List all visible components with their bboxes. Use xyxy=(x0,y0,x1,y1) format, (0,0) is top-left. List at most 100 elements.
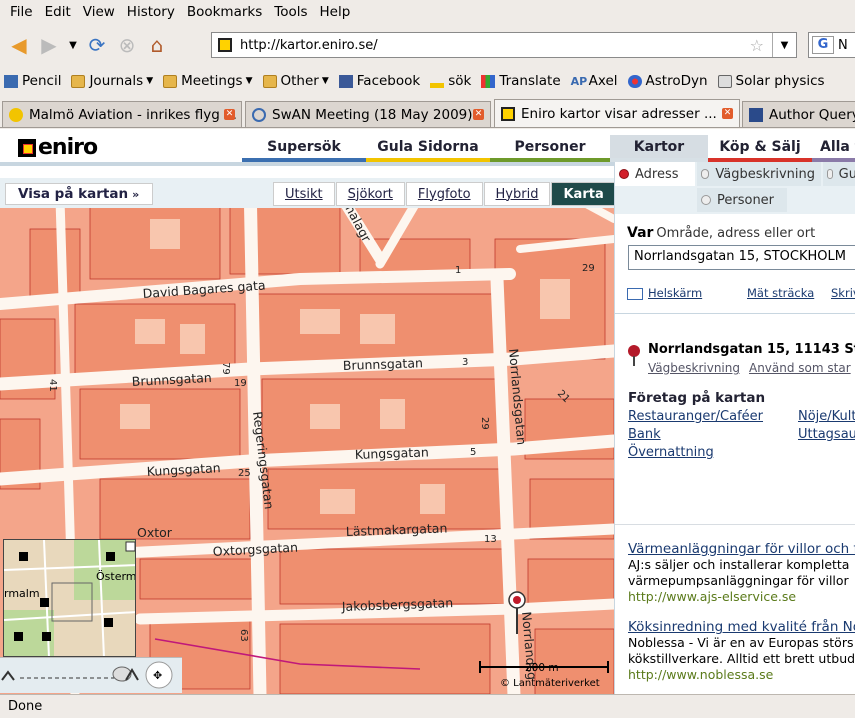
nav-kop-salj[interactable]: Köp & Sälj xyxy=(708,135,812,162)
menu-file[interactable]: File xyxy=(4,4,39,20)
result-address[interactable]: Norrlandsgatan 15, 11143 St xyxy=(648,342,855,357)
menu-tools[interactable]: Tools xyxy=(268,4,313,20)
tab-author-query[interactable]: Author Query xyxy=(742,101,855,127)
ad-title-link[interactable]: Värmeanläggningar för villor och f xyxy=(628,541,855,557)
ad-text: Noblessa - Vi är en av Europas störs xyxy=(628,635,854,650)
home-icon[interactable]: ⌂ xyxy=(142,30,172,60)
back-button[interactable]: ◀ xyxy=(4,30,34,60)
bookmark-folder-other[interactable]: Other ▼ xyxy=(262,73,329,89)
tab-strip: Malmö Aviation - inrikes flyg ... ✕ SwAN… xyxy=(0,98,855,128)
close-tab-icon[interactable]: ✕ xyxy=(473,109,484,120)
bookmark-sok[interactable]: sök xyxy=(430,73,471,89)
forward-button[interactable]: ▶ xyxy=(34,30,64,60)
ad-item: Köksinredning med kvalité från No Nobles… xyxy=(628,619,855,683)
bookmark-pencil[interactable]: Pencil xyxy=(4,73,61,89)
fullscreen-link[interactable]: Helskärm xyxy=(648,286,702,300)
plane-icon xyxy=(9,107,23,122)
tab-swan-meeting[interactable]: SwAN Meeting (18 May 2009) ✕ xyxy=(245,101,491,127)
measure-link[interactable]: Mät sträcka xyxy=(747,286,814,300)
ad-url[interactable]: http://www.noblessa.se xyxy=(628,667,855,683)
category-restauranger[interactable]: Restauranger/Caféer xyxy=(628,409,763,424)
yellow-pages-icon xyxy=(827,169,833,179)
eniro-logo[interactable]: eniro xyxy=(18,135,98,160)
maptype-hybrid[interactable]: Hybrid xyxy=(483,182,551,206)
bookmark-folder-meetings[interactable]: Meetings ▼ xyxy=(163,73,253,89)
route-link[interactable]: Vägbeskrivning xyxy=(648,361,740,375)
house-number: 41 xyxy=(47,379,58,392)
bookmark-translate[interactable]: Translate xyxy=(481,73,561,89)
tab-eniro-kartor[interactable]: Eniro kartor visar adresser ... ✕ xyxy=(494,99,740,127)
reload-icon[interactable]: ⟳ xyxy=(82,30,112,60)
category-overnattning[interactable]: Övernattning xyxy=(628,445,714,460)
eniro-header: eniro Supersök Gula Sidorna Personer Kar… xyxy=(0,129,855,162)
tab-personer[interactable]: Personer xyxy=(697,188,787,212)
nav-alla[interactable]: Alla t xyxy=(812,135,855,162)
menu-history[interactable]: History xyxy=(121,4,181,20)
ad-text: värmepumpsanläggningar för villor xyxy=(628,573,849,588)
bookmark-folder-journals[interactable]: Journals ▼ xyxy=(71,73,153,89)
url-text[interactable]: http://kartor.eniro.se/ xyxy=(240,38,378,53)
result-actions: Vägbeskrivning Använd som star xyxy=(648,361,855,375)
ad-url[interactable]: http://www.ajs-elservice.se xyxy=(628,589,855,605)
history-dropdown[interactable]: ▼ xyxy=(64,30,82,60)
route-icon xyxy=(701,169,710,179)
person-icon xyxy=(701,195,711,205)
tab-vagbeskrivning[interactable]: Vägbeskrivning xyxy=(697,162,821,186)
category-bank[interactable]: Bank xyxy=(628,427,661,442)
maptype-flygfoto[interactable]: Flygfoto xyxy=(405,182,483,206)
category-uttagsau[interactable]: Uttagsau xyxy=(798,427,855,442)
folder-icon xyxy=(71,74,86,88)
close-tab-icon[interactable]: ✕ xyxy=(224,109,235,120)
menu-edit[interactable]: Edit xyxy=(39,4,77,20)
maptype-utsikt[interactable]: Utsikt xyxy=(273,182,335,206)
site-favicon-icon xyxy=(218,38,232,52)
overview-minimap[interactable]: Österm rmalm xyxy=(3,539,136,657)
google-icon[interactable]: G xyxy=(812,36,834,54)
page-icon xyxy=(252,107,266,122)
print-link[interactable]: Skriv xyxy=(831,286,855,300)
svg-text:✥: ✥ xyxy=(153,669,162,682)
stop-icon[interactable]: ⊗ xyxy=(112,30,142,60)
menu-bookmarks[interactable]: Bookmarks xyxy=(181,4,268,20)
address-bar[interactable]: http://kartor.eniro.se/ ☆ ▼ xyxy=(211,32,797,58)
nav-kartor[interactable]: Kartor xyxy=(610,135,708,162)
nav-supersok[interactable]: Supersök xyxy=(242,135,366,162)
maptype-sjokort[interactable]: Sjökort xyxy=(335,182,405,206)
ad-item: Värmeanläggningar för villor och f AJ:s … xyxy=(628,541,855,605)
nav-personer[interactable]: Personer xyxy=(490,135,610,162)
nav-gula-sidorna[interactable]: Gula Sidorna xyxy=(366,135,490,162)
street-label: Brunnsgatan xyxy=(343,355,424,373)
tab-gula[interactable]: Gu xyxy=(823,162,855,186)
use-as-start-link[interactable]: Använd som star xyxy=(749,361,851,375)
house-number: 3 xyxy=(462,357,468,368)
bookmark-solar-physics[interactable]: Solar physics xyxy=(717,73,825,89)
eniro-logo-icon xyxy=(18,138,36,157)
close-tab-icon[interactable]: ✕ xyxy=(722,108,733,119)
pan-control-icon: ✥ xyxy=(145,661,173,689)
visa-pa-kartan-dropdown[interactable]: Visa på kartan» xyxy=(5,183,153,205)
category-noje[interactable]: Nöje/Kult xyxy=(798,409,855,424)
fullscreen-icon[interactable] xyxy=(627,287,643,300)
bookmark-axel[interactable]: AP Axel xyxy=(571,73,618,89)
search-icon xyxy=(430,82,445,88)
menu-bar: File Edit View History Bookmarks Tools H… xyxy=(0,0,855,24)
bookmark-astrodyn[interactable]: AstroDyn xyxy=(627,73,708,89)
search-box[interactable]: G N xyxy=(808,32,855,58)
menu-help[interactable]: Help xyxy=(314,4,357,20)
zoom-slider-handle xyxy=(112,666,132,682)
ad-title-link[interactable]: Köksinredning med kvalité från No xyxy=(628,619,855,635)
search-label: Var Område, adress eller ort xyxy=(627,225,816,241)
status-bar: Done xyxy=(0,694,855,718)
url-dropdown-icon[interactable]: ▼ xyxy=(772,33,796,57)
maptype-karta[interactable]: Karta xyxy=(551,182,616,206)
street-label: Kungsgatan xyxy=(355,444,429,462)
zoom-control[interactable]: ✥ xyxy=(0,657,182,693)
tab-malmo-aviation[interactable]: Malmö Aviation - inrikes flyg ... ✕ xyxy=(2,101,242,127)
address-input[interactable]: Norrlandsgatan 15, STOCKHOLM xyxy=(628,245,855,270)
search-input[interactable]: N xyxy=(838,38,848,53)
menu-view[interactable]: View xyxy=(77,4,121,20)
tab-adress[interactable]: Adress xyxy=(615,162,695,186)
bookmark-facebook[interactable]: Facebook xyxy=(338,73,420,89)
bookmarks-toolbar: Pencil Journals ▼ Meetings ▼ Other ▼ Facebo… xyxy=(0,68,855,94)
bookmark-star-icon[interactable]: ☆ xyxy=(750,36,764,55)
